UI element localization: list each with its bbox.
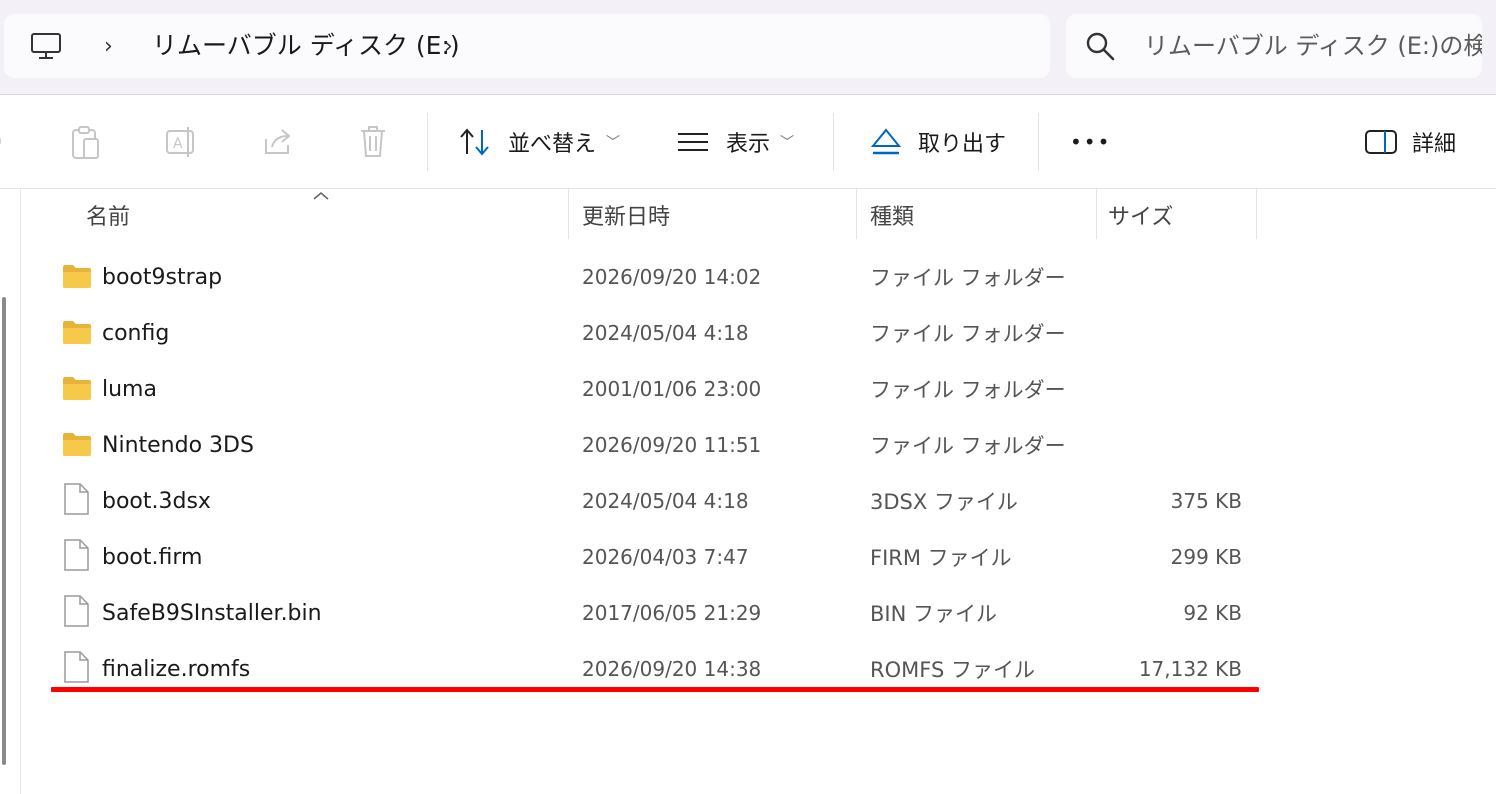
folder-icon xyxy=(63,321,91,344)
column-divider[interactable] xyxy=(856,189,857,239)
table-row[interactable]: boot9strap 2026/09/20 14:02 ファイル フォルダー xyxy=(0,249,1260,305)
sort-label: 並べ替え xyxy=(508,131,597,157)
table-row[interactable]: SafeB9SInstaller.bin 2017/06/05 21:29 BI… xyxy=(0,585,1260,641)
rename-icon[interactable]: A xyxy=(164,125,200,159)
details-pane-icon xyxy=(1365,129,1397,154)
address-bar[interactable]: › リムーバブル ディスク (E:) › xyxy=(4,14,1050,78)
toolbar-separator xyxy=(1038,113,1039,171)
file-modified: 2026/09/20 14:02 xyxy=(582,265,762,289)
file-name: luma xyxy=(102,376,157,402)
file-list-region: 名前 更新日時 種類 サイズ boot9strap 2026/09/20 14:… xyxy=(0,189,1496,794)
view-label: 表示 xyxy=(726,131,771,157)
folder-icon xyxy=(63,265,91,288)
table-row[interactable]: config 2024/05/04 4:18 ファイル フォルダー xyxy=(0,305,1260,361)
file-size xyxy=(1100,417,1242,473)
file-name: Nintendo 3DS xyxy=(102,432,254,458)
sort-button[interactable]: 並べ替え ﹀ xyxy=(458,95,620,188)
file-size xyxy=(1100,361,1242,417)
table-row[interactable]: boot.firm 2026/04/03 7:47 FIRM ファイル 299 … xyxy=(0,529,1260,585)
svg-text:A: A xyxy=(173,136,183,152)
command-bar: A 並べ替え ﹀ 表示 ﹀ 取り出す ••• 詳細 xyxy=(0,95,1496,189)
file-type: ファイル フォルダー xyxy=(870,378,1066,402)
search-icon xyxy=(1086,32,1115,61)
file-size xyxy=(1100,305,1242,361)
chevron-down-icon: ﹀ xyxy=(780,134,795,151)
eject-icon xyxy=(870,127,902,154)
eject-button[interactable]: 取り出す xyxy=(870,95,1006,188)
column-header-modified[interactable]: 更新日時 xyxy=(582,189,852,241)
computer-icon[interactable] xyxy=(30,32,62,60)
column-header-name-label: 名前 xyxy=(86,205,131,230)
file-type: FIRM ファイル xyxy=(870,546,1012,570)
file-name: config xyxy=(102,320,170,346)
folder-icon xyxy=(63,433,91,456)
share-icon[interactable] xyxy=(262,127,294,157)
file-size: 92 KB xyxy=(1183,601,1242,625)
table-row[interactable]: Nintendo 3DS 2026/09/20 11:51 ファイル フォルダー xyxy=(0,417,1260,473)
column-header-size-label: サイズ xyxy=(1108,205,1174,230)
file-size: 375 KB xyxy=(1170,489,1242,513)
column-header-size[interactable]: サイズ xyxy=(1108,189,1248,241)
sort-ascending-icon xyxy=(313,191,329,200)
file-modified: 2017/06/05 21:29 xyxy=(582,601,762,625)
table-row[interactable]: luma 2001/01/06 23:00 ファイル フォルダー xyxy=(0,361,1260,417)
column-divider[interactable] xyxy=(1256,189,1257,239)
toolbar-separator xyxy=(427,113,428,171)
file-name: boot9strap xyxy=(102,264,223,290)
file-name: boot.firm xyxy=(102,544,203,570)
file-icon xyxy=(64,651,89,683)
details-pane-button[interactable]: 詳細 xyxy=(1364,95,1456,188)
file-name: boot.3dsx xyxy=(102,488,211,514)
column-header-type[interactable]: 種類 xyxy=(870,189,1090,241)
column-divider[interactable] xyxy=(1096,189,1097,239)
list-view-icon xyxy=(678,132,708,151)
file-icon xyxy=(64,595,89,627)
file-modified: 2024/05/04 4:18 xyxy=(582,321,749,345)
table-row[interactable]: boot.3dsx 2024/05/04 4:18 3DSX ファイル 375 … xyxy=(0,473,1260,529)
file-size: 299 KB xyxy=(1170,545,1242,569)
file-name: SafeB9SInstaller.bin xyxy=(102,600,322,626)
toolbar-separator xyxy=(833,113,834,171)
file-icon xyxy=(64,483,89,515)
file-type: BIN ファイル xyxy=(870,602,997,626)
file-modified: 2001/01/06 23:00 xyxy=(582,377,762,401)
chevron-down-icon: ﹀ xyxy=(606,134,621,151)
details-label: 詳細 xyxy=(1412,131,1457,157)
more-options-icon: ••• xyxy=(1070,129,1112,154)
search-box[interactable]: リムーバブル ディスク (E:)の検索 xyxy=(1066,14,1482,78)
file-type: ファイル フォルダー xyxy=(870,266,1066,290)
file-modified: 2024/05/04 4:18 xyxy=(582,489,749,513)
file-modified: 2026/04/03 7:47 xyxy=(582,545,749,569)
delete-icon[interactable] xyxy=(358,125,388,159)
file-size xyxy=(1100,249,1242,305)
column-divider[interactable] xyxy=(568,189,569,239)
eject-label: 取り出す xyxy=(918,131,1007,157)
address-bar-region: › リムーバブル ディスク (E:) › リムーバブル ディスク (E:)の検索 xyxy=(0,0,1496,95)
search-input[interactable]: リムーバブル ディスク (E:)の検索 xyxy=(1144,30,1482,62)
sort-icon xyxy=(460,127,489,156)
column-header-modified-label: 更新日時 xyxy=(582,205,671,230)
column-header-type-label: 種類 xyxy=(870,205,915,230)
paste-icon[interactable] xyxy=(70,125,102,161)
file-icon xyxy=(64,539,89,571)
chevron-right-icon[interactable]: › xyxy=(444,36,453,58)
red-underline-annotation xyxy=(51,687,1259,692)
chevron-right-icon[interactable]: › xyxy=(104,36,113,58)
file-modified: 2026/09/20 11:51 xyxy=(582,433,762,457)
more-options-button[interactable]: ••• xyxy=(1070,95,1111,188)
view-button[interactable]: 表示 ﹀ xyxy=(676,95,794,188)
cut-icon[interactable] xyxy=(0,129,6,153)
folder-icon xyxy=(63,377,91,400)
file-type: ファイル フォルダー xyxy=(870,322,1066,346)
file-type: ファイル フォルダー xyxy=(870,434,1066,458)
file-type: 3DSX ファイル xyxy=(870,490,1018,514)
breadcrumb-removable-disk[interactable]: リムーバブル ディスク (E:) xyxy=(152,30,460,62)
